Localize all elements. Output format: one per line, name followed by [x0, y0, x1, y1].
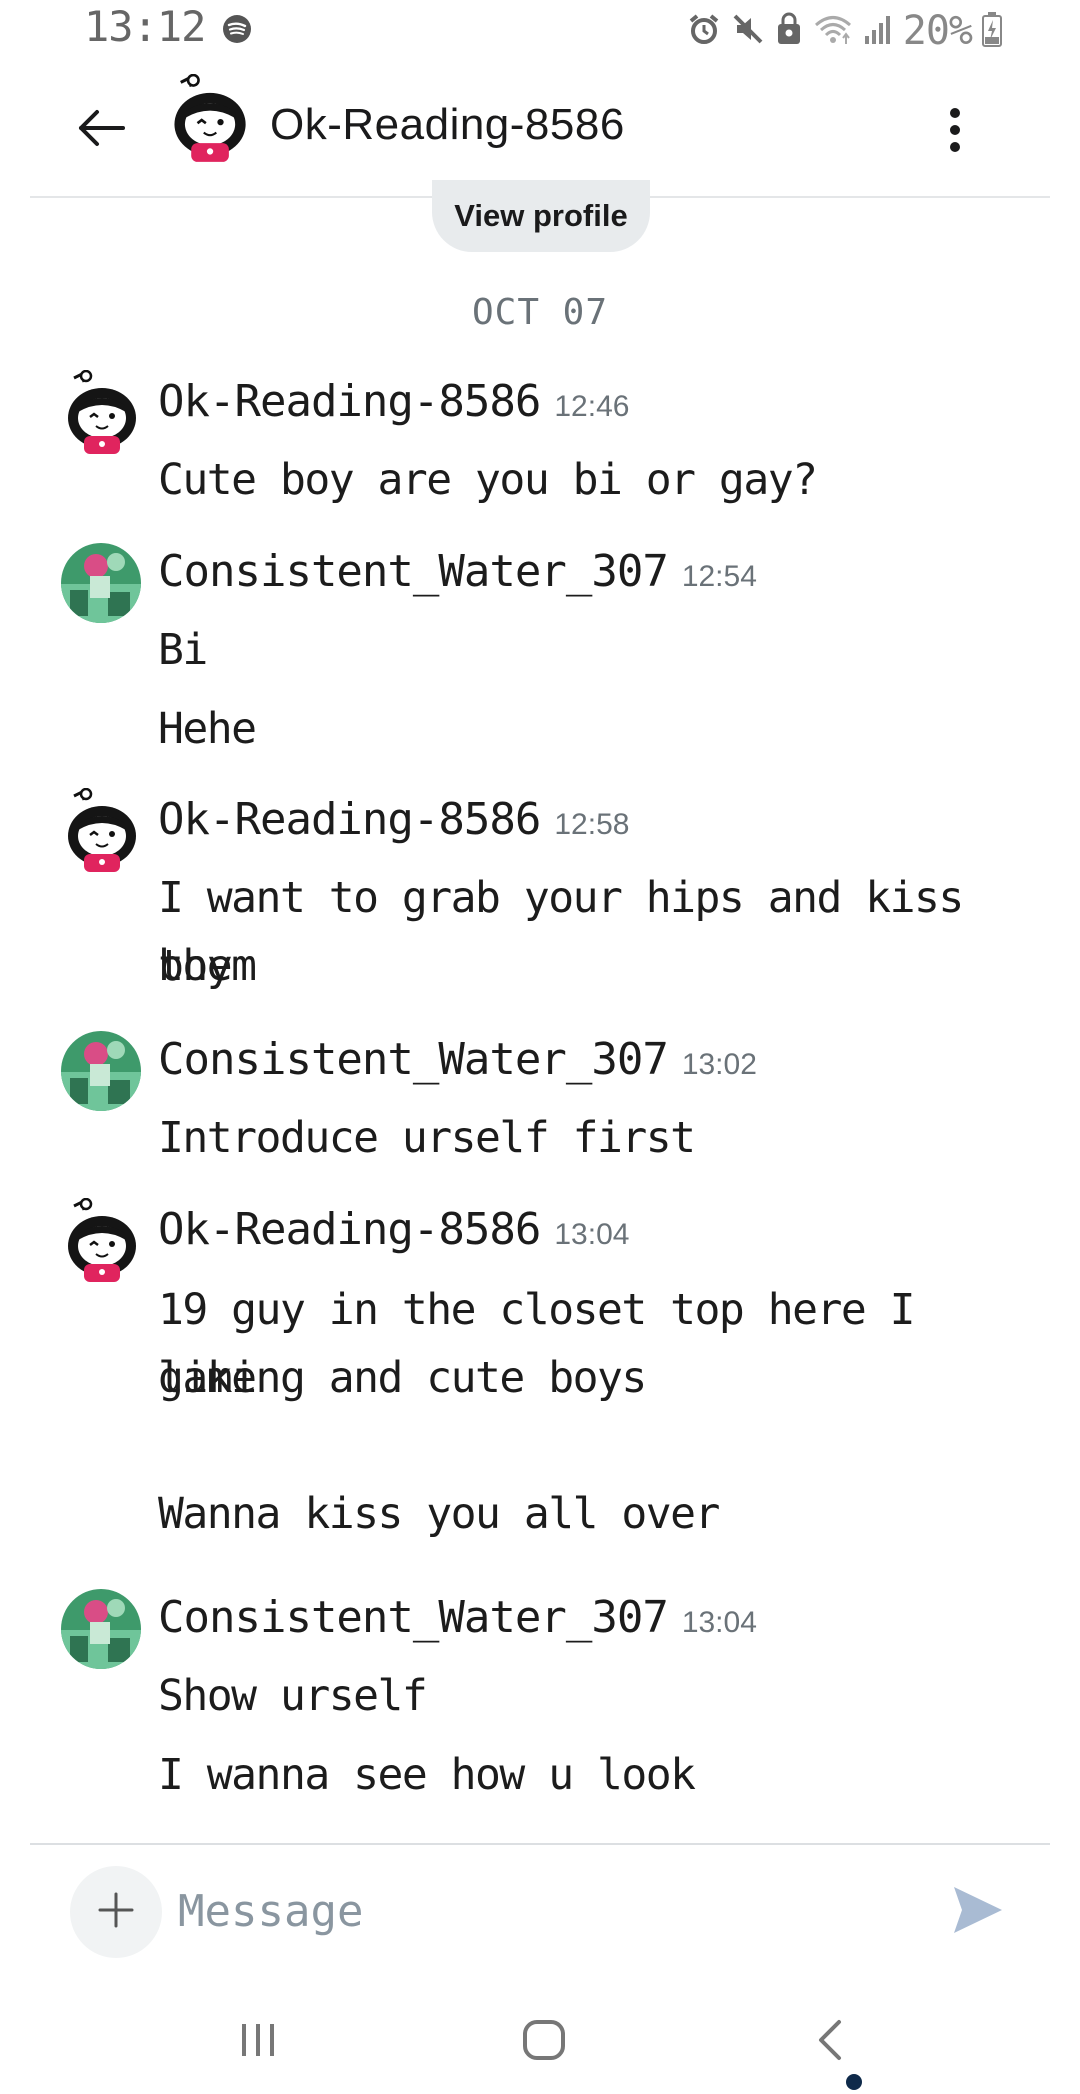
home-icon: [521, 2018, 567, 2066]
more-vertical-icon: [949, 107, 961, 157]
composer-divider: [30, 1843, 1050, 1845]
plus-icon: [96, 1890, 136, 1934]
message-header: Consistent_Water_307 13:02: [158, 1034, 757, 1085]
more-options-button[interactable]: [940, 104, 970, 160]
message-time: 13:02: [681, 1048, 757, 1081]
message-author[interactable]: Ok-Reading-8586: [158, 794, 541, 845]
avatar[interactable]: [60, 787, 142, 874]
message-header: Ok-Reading-8586 12:46: [158, 376, 629, 427]
wifi-icon: [813, 12, 853, 50]
message-text: Introduce urself first: [158, 1113, 696, 1163]
send-button[interactable]: [950, 1884, 1006, 1940]
page-title: Ok-Reading-8586: [270, 100, 625, 149]
message-text: Hehe: [158, 704, 257, 754]
message-input[interactable]: [178, 1876, 918, 1946]
status-bar: 13:12 20%: [0, 0, 1080, 56]
message-text: Cute boy are you bi or gay?: [158, 455, 818, 505]
message-author[interactable]: Consistent_Water_307: [158, 1034, 669, 1085]
view-profile-button[interactable]: View profile: [432, 180, 650, 252]
recents-button[interactable]: [218, 2010, 298, 2074]
send-icon: [952, 1885, 1004, 1939]
avatar[interactable]: [60, 1586, 142, 1672]
header-avatar[interactable]: [166, 73, 252, 164]
chat-header: Ok-Reading-8586: [0, 62, 1080, 196]
nav-indicator-dot: [846, 2074, 862, 2090]
avatar[interactable]: [60, 1197, 142, 1284]
message-time: 13:04: [554, 1218, 630, 1251]
avatar[interactable]: [60, 540, 142, 626]
message-author[interactable]: Consistent_Water_307: [158, 546, 669, 597]
spotify-icon: [222, 14, 252, 48]
message-time: 12:46: [554, 390, 630, 423]
attach-button[interactable]: [70, 1866, 162, 1958]
arrow-left-icon: [77, 108, 127, 152]
message-author[interactable]: Consistent_Water_307: [158, 1592, 669, 1643]
status-time: 13:12: [84, 2, 206, 51]
message-time: 12:54: [681, 560, 757, 593]
battery-charging-icon: [982, 11, 1002, 51]
recents-icon: [236, 2020, 280, 2064]
message-header: Consistent_Water_307 12:54: [158, 546, 757, 597]
message-text: I wanna see how u look: [158, 1750, 696, 1800]
message-header: Ok-Reading-8586 13:04: [158, 1204, 629, 1255]
message-text: boy: [158, 941, 233, 991]
message-header: Ok-Reading-8586 12:58: [158, 794, 629, 845]
message-header: Consistent_Water_307 13:04: [158, 1592, 757, 1643]
nav-back-button[interactable]: [790, 2010, 870, 2074]
message-text: gaming and cute boys: [158, 1353, 647, 1403]
message-time: 12:58: [554, 808, 630, 841]
home-button[interactable]: [504, 2010, 584, 2074]
message-author[interactable]: Ok-Reading-8586: [158, 1204, 541, 1255]
date-divider: OCT 07: [471, 292, 609, 333]
nav-back-icon: [815, 2018, 845, 2066]
message-time: 13:04: [681, 1606, 757, 1639]
alarm-icon: [687, 12, 721, 50]
mute-icon: [731, 12, 765, 50]
message-text: Show urself: [158, 1671, 428, 1721]
message-author[interactable]: Ok-Reading-8586: [158, 376, 541, 427]
back-button[interactable]: [70, 98, 134, 162]
avatar[interactable]: [60, 369, 142, 456]
battery-percent: 20%: [902, 8, 973, 54]
system-nav-bar: [0, 1990, 1080, 2094]
message-text: Bi: [158, 625, 208, 675]
avatar[interactable]: [60, 1028, 142, 1114]
message-text: Wanna kiss you all over: [158, 1489, 720, 1539]
signal-icon: [863, 12, 893, 50]
lock-badge-icon: [775, 12, 803, 50]
